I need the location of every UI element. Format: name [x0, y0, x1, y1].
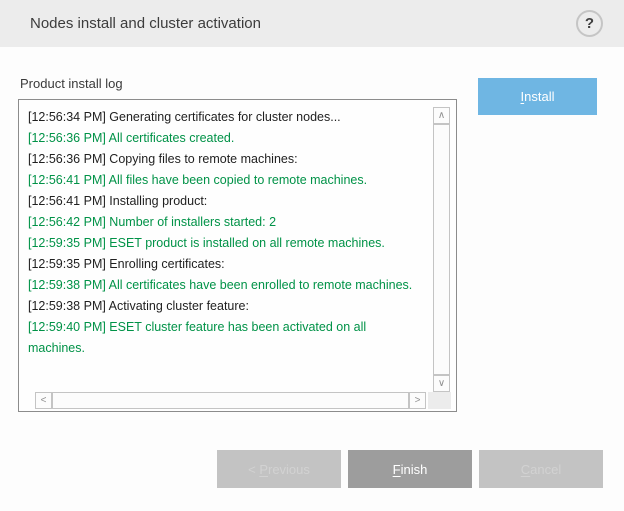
- log-entry: [12:56:42 PM] Number of installers start…: [28, 212, 425, 233]
- log-entry: [12:56:41 PM] All files have been copied…: [28, 170, 425, 191]
- log-entry: [12:56:36 PM] All certificates created.: [28, 128, 425, 149]
- horizontal-scroll-thumb[interactable]: [52, 392, 409, 409]
- scroll-down-button[interactable]: ∨: [433, 375, 450, 392]
- chevron-down-icon: ∨: [438, 379, 445, 389]
- scrollbar-corner: [428, 392, 451, 409]
- log-entry: [12:59:35 PM] Enrolling certificates:: [28, 254, 425, 275]
- page-title: Nodes install and cluster activation: [30, 0, 261, 47]
- log-label: Product install log: [20, 76, 123, 91]
- finish-label: inish: [401, 462, 428, 477]
- vertical-scrollbar[interactable]: ∧ ∨: [433, 107, 450, 392]
- chevron-right-icon: >: [415, 396, 421, 406]
- log-entry: [12:56:34 PM] Generating certificates fo…: [28, 107, 425, 128]
- cancel-label-accel: C: [521, 462, 530, 477]
- finish-button[interactable]: Finish: [348, 450, 472, 488]
- log-entry: [12:59:40 PM] ESET cluster feature has b…: [28, 317, 425, 359]
- question-icon: ?: [585, 15, 594, 32]
- cancel-label: ancel: [530, 462, 561, 477]
- log-entry: [12:59:38 PM] Activating cluster feature…: [28, 296, 425, 317]
- log-entry: [12:56:36 PM] Copying files to remote ma…: [28, 149, 425, 170]
- install-label: nstall: [524, 89, 554, 104]
- wizard-window: Nodes install and cluster activation ? P…: [0, 0, 624, 511]
- previous-label: revious: [268, 462, 310, 477]
- horizontal-scrollbar[interactable]: < >: [35, 392, 426, 409]
- previous-label-accel: P: [259, 462, 268, 477]
- chevron-left-icon: <: [41, 396, 47, 406]
- log-entry: [12:56:41 PM] Installing product:: [28, 191, 425, 212]
- vertical-scroll-thumb[interactable]: [433, 124, 450, 375]
- log-entry: [12:59:38 PM] All certificates have been…: [28, 275, 425, 296]
- log-entry: [12:59:35 PM] ESET product is installed …: [28, 233, 425, 254]
- scroll-up-button[interactable]: ∧: [433, 107, 450, 124]
- help-button[interactable]: ?: [576, 10, 603, 37]
- finish-label-accel: F: [393, 462, 401, 477]
- scroll-right-button[interactable]: >: [409, 392, 426, 409]
- install-button[interactable]: Install: [478, 78, 597, 115]
- previous-button[interactable]: < Previous: [217, 450, 341, 488]
- install-log-box: [12:56:34 PM] Generating certificates fo…: [18, 99, 457, 412]
- scroll-left-button[interactable]: <: [35, 392, 52, 409]
- cancel-button[interactable]: Cancel: [479, 450, 603, 488]
- chevron-up-icon: ∧: [438, 111, 445, 121]
- log-text: [12:56:34 PM] Generating certificates fo…: [20, 101, 427, 391]
- previous-label-pre: <: [248, 462, 259, 477]
- titlebar: Nodes install and cluster activation ?: [0, 0, 624, 47]
